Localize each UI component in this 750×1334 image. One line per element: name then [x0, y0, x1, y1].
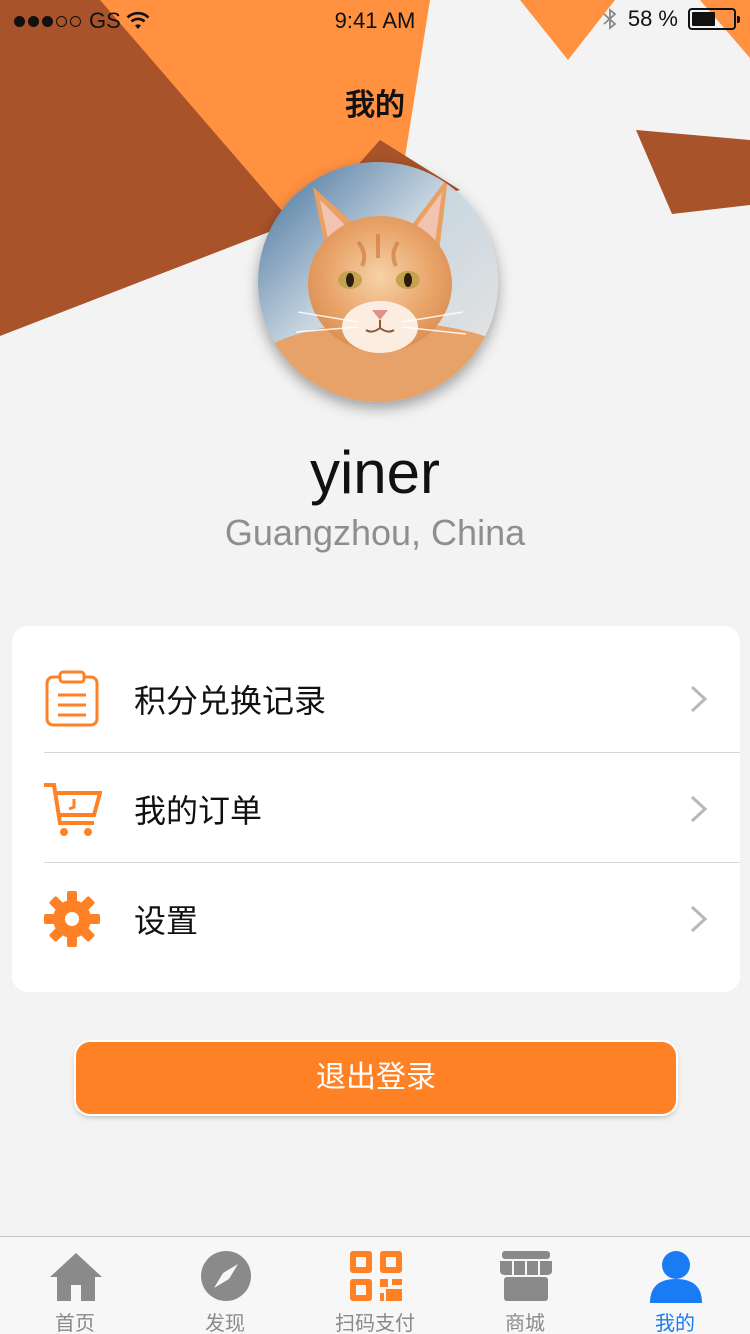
chevron-right-icon: [690, 685, 708, 713]
gear-icon: [44, 891, 100, 947]
tab-discover[interactable]: 发现: [150, 1237, 300, 1334]
clipboard-icon: [45, 670, 99, 727]
status-right: 58 %: [602, 6, 740, 32]
avatar[interactable]: [258, 162, 498, 402]
user-location: Guangzhou, China: [224, 512, 526, 553]
tab-label: 我的: [655, 1313, 695, 1334]
battery-level: [692, 12, 716, 26]
tab-bar: 首页 发现 扫码支付 商城 我的: [0, 1236, 750, 1334]
avatar-image: [258, 162, 498, 402]
username: yiner: [309, 439, 441, 506]
tab-profile[interactable]: 我的: [600, 1237, 750, 1334]
chevron-right-icon: [690, 795, 708, 823]
menu-item-settings[interactable]: 设置: [12, 864, 740, 974]
menu-divider: [44, 862, 740, 863]
status-bar: GS 9:41 AM 58 %: [0, 0, 750, 40]
tab-label: 扫码支付: [335, 1313, 415, 1334]
qr-code-icon: [350, 1251, 402, 1301]
menu-item-label: 积分兑换记录: [134, 683, 327, 719]
tab-label: 商城: [505, 1313, 545, 1334]
battery-icon: [688, 8, 740, 30]
menu-item-label: 设置: [134, 903, 199, 939]
menu-card: 积分兑换记录 我的订单 设置: [12, 626, 740, 992]
menu-item-label: 我的订单: [134, 793, 263, 829]
user-icon: [650, 1251, 702, 1303]
store-icon: [500, 1251, 552, 1301]
compass-icon: [201, 1251, 251, 1301]
tab-mall[interactable]: 商城: [450, 1237, 600, 1334]
menu-divider: [44, 752, 740, 753]
tab-scan-pay[interactable]: 扫码支付: [300, 1237, 450, 1334]
shopping-cart-icon: [44, 783, 102, 836]
page-title: 我的: [345, 89, 405, 122]
tab-label: 首页: [55, 1313, 95, 1334]
logout-button[interactable]: 退出登录: [76, 1042, 676, 1114]
home-icon: [50, 1253, 102, 1301]
chevron-right-icon: [690, 905, 708, 933]
bluetooth-icon: [603, 8, 617, 30]
battery-percent: 58 %: [627, 6, 678, 31]
menu-item-my-orders[interactable]: 我的订单: [12, 754, 740, 864]
tab-label: 发现: [205, 1313, 245, 1334]
tab-home[interactable]: 首页: [0, 1237, 150, 1334]
menu-item-points-history[interactable]: 积分兑换记录: [12, 644, 740, 754]
